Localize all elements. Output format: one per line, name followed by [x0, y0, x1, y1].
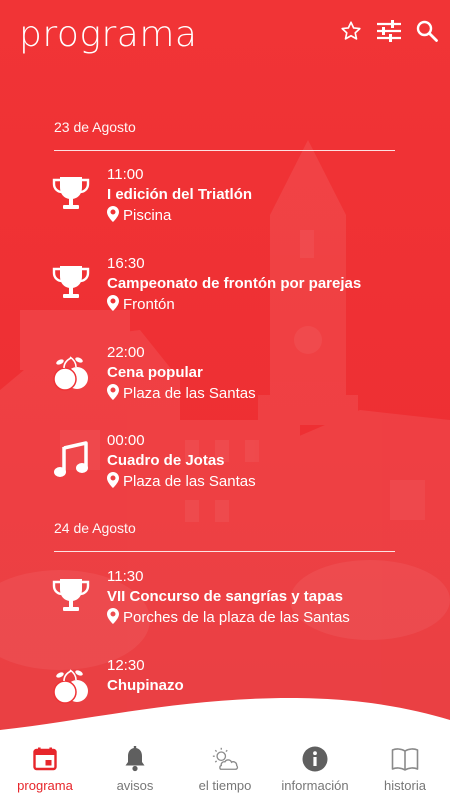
event-item[interactable]: 22:00 Cena popular Plaza de las Santas — [0, 344, 450, 424]
nav-icon-wrapper — [121, 745, 149, 773]
trophy-icon — [52, 177, 90, 209]
location-pin-icon — [107, 206, 119, 222]
location-pin-icon — [107, 472, 119, 488]
nav-item-historia[interactable]: historia — [360, 740, 450, 800]
trophy-icon — [52, 266, 90, 298]
event-place: Plaza de las Santas — [107, 472, 256, 490]
nav-item-programa[interactable]: programa — [0, 740, 90, 800]
event-name: I edición del Triatlón — [107, 186, 253, 203]
event-time: 22:00 — [107, 344, 145, 361]
calendar-icon — [33, 747, 57, 771]
day-date: 23 de Agosto — [54, 119, 136, 135]
day-date: 24 de Agosto — [54, 520, 136, 536]
search-button[interactable] — [412, 16, 442, 46]
info-icon — [302, 746, 328, 772]
bell-icon — [125, 746, 145, 772]
event-time: 16:30 — [107, 255, 145, 272]
nav-label: información — [281, 778, 349, 793]
event-place-label: Piscina — [123, 207, 172, 224]
event-place: Plaza de las Santas — [107, 384, 256, 402]
favorites-button[interactable] — [336, 16, 366, 46]
location-pin-icon — [107, 295, 119, 311]
book-icon — [391, 748, 419, 771]
location-pin-icon — [107, 608, 119, 624]
event-name: VII Concurso de sangrías y tapas — [107, 588, 343, 605]
event-item[interactable]: 11:00 I edición del Triatlón Piscina — [0, 166, 450, 246]
event-item[interactable]: 11:30 VII Concurso de sangrías y tapas P… — [0, 568, 450, 648]
nav-icon-wrapper — [391, 745, 419, 773]
nav-label: avisos — [116, 778, 154, 793]
nav-icon-wrapper — [211, 745, 239, 773]
nav-label: programa — [17, 778, 73, 793]
event-name: Campeonato de frontón por parejas — [107, 275, 362, 292]
nav-item-el-tiempo[interactable]: el tiempo — [180, 740, 270, 800]
star-outline-icon — [341, 21, 361, 40]
nav-icon-wrapper — [301, 745, 329, 773]
sliders-icon — [377, 20, 401, 42]
event-place: Frontón — [107, 295, 175, 313]
search-icon — [416, 20, 438, 42]
event-name: Cuadro de Jotas — [107, 452, 225, 469]
event-place: Piscina — [107, 206, 171, 224]
filter-button[interactable] — [374, 16, 404, 46]
event-name: Cena popular — [107, 364, 203, 381]
page-title: programa — [19, 14, 198, 55]
event-place-label: Plaza de las Santas — [123, 473, 256, 490]
bottom-nav: programa avisos el tiempo información hi… — [0, 740, 450, 800]
weather-icon — [212, 747, 239, 770]
app-header: programa — [0, 0, 450, 70]
day-divider — [54, 551, 395, 552]
music-note-icon — [54, 441, 88, 477]
event-place-label: Plaza de las Santas — [123, 385, 256, 402]
food-icon — [53, 356, 88, 391]
event-place-label: Frontón — [123, 296, 175, 313]
event-item[interactable]: 16:30 Campeonato de frontón por parejas … — [0, 255, 450, 335]
event-time: 12:30 — [107, 657, 145, 674]
event-time: 11:00 — [107, 166, 144, 183]
location-pin-icon — [107, 384, 119, 400]
event-item[interactable]: 00:00 Cuadro de Jotas Plaza de las Santa… — [0, 432, 450, 512]
day-divider — [54, 150, 395, 151]
app-screen: programa 23 de Agosto 11:00 I edición de… — [0, 0, 450, 800]
nav-label: historia — [384, 778, 426, 793]
event-place: Porches de la plaza de las Santas — [107, 608, 350, 626]
event-time: 11:30 — [107, 568, 144, 585]
trophy-icon — [52, 579, 90, 611]
event-time: 00:00 — [107, 432, 145, 449]
event-place-label: Porches de la plaza de las Santas — [123, 609, 350, 626]
nav-icon-wrapper — [31, 745, 59, 773]
nav-item-avisos[interactable]: avisos — [90, 740, 180, 800]
nav-item-informacion[interactable]: información — [270, 740, 360, 800]
nav-label: el tiempo — [198, 778, 252, 793]
